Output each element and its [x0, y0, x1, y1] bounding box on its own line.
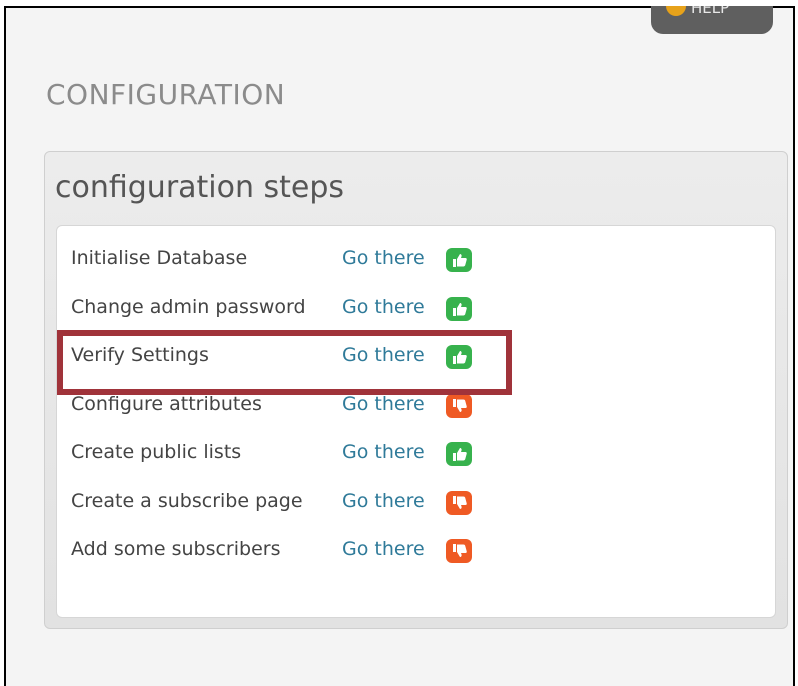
- step-row-create-subscribe-page: Create a subscribe page Go there: [57, 486, 775, 516]
- go-there-link[interactable]: Go there: [342, 247, 425, 269]
- app-window: HELP CONFIGURATION configuration steps I…: [4, 6, 795, 686]
- thumbs-up-icon: [446, 297, 472, 321]
- thumbs-up-icon: [446, 248, 472, 272]
- go-there-link[interactable]: Go there: [342, 538, 425, 560]
- panel-heading: configuration steps: [55, 170, 345, 205]
- step-label: Create public lists: [71, 441, 242, 463]
- step-row-initialise-database: Initialise Database Go there: [57, 243, 775, 273]
- help-button[interactable]: HELP: [651, 6, 773, 34]
- step-label: Add some subscribers: [71, 538, 281, 560]
- page-title: CONFIGURATION: [46, 78, 286, 111]
- help-label: HELP: [691, 6, 730, 17]
- highlight-annotation: [57, 330, 512, 395]
- step-label: Create a subscribe page: [71, 490, 303, 512]
- step-row-create-public-lists: Create public lists Go there: [57, 437, 775, 467]
- thumbs-down-icon: [446, 394, 472, 418]
- step-label: Initialise Database: [71, 247, 248, 269]
- thumbs-down-icon: [446, 491, 472, 515]
- go-there-link[interactable]: Go there: [342, 490, 425, 512]
- thumbs-up-icon: [446, 442, 472, 466]
- step-label: Change admin password: [71, 296, 306, 318]
- go-there-link[interactable]: Go there: [342, 441, 425, 463]
- steps-list: Initialise Database Go there Change admi…: [56, 225, 776, 618]
- step-label: Configure attributes: [71, 393, 262, 415]
- go-there-link[interactable]: Go there: [342, 393, 425, 415]
- go-there-link[interactable]: Go there: [342, 296, 425, 318]
- step-row-add-subscribers: Add some subscribers Go there: [57, 534, 775, 564]
- help-icon: [666, 6, 686, 16]
- step-row-change-admin-password: Change admin password Go there: [57, 292, 775, 322]
- thumbs-down-icon: [446, 539, 472, 563]
